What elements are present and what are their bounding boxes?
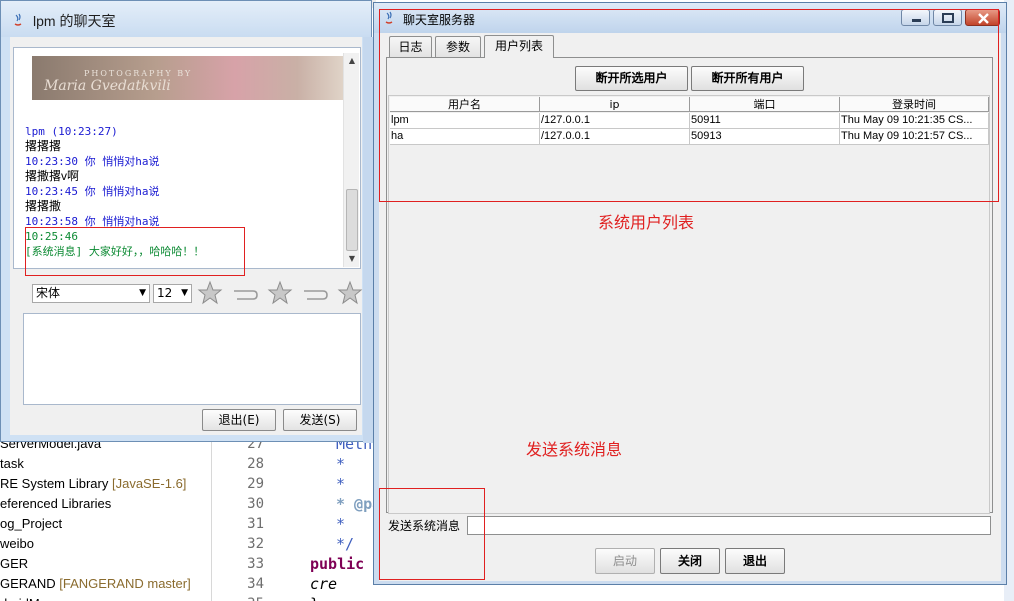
scroll-down-arrow-icon[interactable]: ▼ xyxy=(344,251,360,267)
user-list-annotation: 系统用户列表 xyxy=(598,213,695,232)
line-number: 31 xyxy=(247,516,264,532)
chat-message: 撂撂撒 xyxy=(25,199,62,213)
star-icon[interactable] xyxy=(337,280,363,306)
code-line: */ xyxy=(336,535,355,553)
chat-message: 10:23:45 你 悄悄对ha说 xyxy=(25,185,160,198)
tree-item-annotation: [JavaSE-1.6] xyxy=(111,476,187,491)
chevron-down-icon: ▼ xyxy=(139,288,146,298)
chat-message: 撂撂撂 xyxy=(25,139,62,153)
line-number: 29 xyxy=(247,476,264,492)
star-icon[interactable] xyxy=(197,280,223,306)
system-message-input[interactable] xyxy=(467,516,991,535)
tree-item-label: eferenced Libraries xyxy=(0,496,112,511)
banner-caption: PHOTOGRAPHY BY xyxy=(84,69,193,78)
package-explorer: ServerModel.java task RE System Library [J… xyxy=(0,436,212,601)
code-line: } xyxy=(310,594,319,601)
font-family-value: 宋体 xyxy=(36,286,61,300)
code-line: public xyxy=(310,555,365,573)
tree-item-annotation: [FANGERAND master] xyxy=(59,576,191,591)
code-line: * @par xyxy=(336,495,376,513)
tree-item[interactable]: RE System Library [JavaSE-1.6] xyxy=(0,474,186,494)
chevron-down-icon: ▼ xyxy=(181,288,188,298)
font-size-value: 12 xyxy=(157,286,173,300)
client-exit-button[interactable]: 退出(E) xyxy=(202,409,276,431)
tree-item-label: weibo xyxy=(0,536,34,551)
tree-item-label: GER xyxy=(0,556,29,571)
chat-message: lpm (10:23:27) xyxy=(25,125,118,138)
chat-message: 撂撒撂v啊 xyxy=(25,169,80,183)
curve-arrow-icon[interactable] xyxy=(231,283,259,305)
chat-message: 10:23:30 你 悄悄对ha说 xyxy=(25,155,160,168)
tree-item[interactable]: GER xyxy=(0,554,28,574)
code-line: * xyxy=(336,475,346,493)
font-size-select[interactable]: 12 ▼ xyxy=(153,284,192,303)
line-number: 33 xyxy=(247,556,264,572)
user-list-highlight xyxy=(379,9,999,202)
line-number: 30 xyxy=(247,496,264,512)
message-input[interactable] xyxy=(23,313,361,405)
tree-item-label: RE System Library xyxy=(0,476,112,491)
tree-item[interactable]: GERAND [FANGERAND master] xyxy=(0,574,191,594)
exit-button[interactable]: 退出 xyxy=(725,548,785,574)
scroll-up-arrow-icon[interactable]: ▲ xyxy=(344,53,360,69)
client-edge xyxy=(363,37,373,443)
code-line: cre xyxy=(310,575,338,593)
send-message-annotation: 发送系统消息 xyxy=(526,440,623,459)
font-family-select[interactable]: 宋体 ▼ xyxy=(32,284,150,303)
client-send-button[interactable]: 发送(S) xyxy=(283,409,357,431)
tree-item[interactable]: task xyxy=(0,454,24,474)
tree-item[interactable]: eferenced Libraries xyxy=(0,494,111,514)
java-icon xyxy=(14,13,22,26)
banner-signature: Maria Gvedatkvili xyxy=(44,78,171,94)
line-number-gutter: 272829303132333435 xyxy=(222,436,270,601)
tree-item-label: droidMan xyxy=(0,596,54,601)
photo-banner: PHOTOGRAPHY BY Maria Gvedatkvili xyxy=(32,56,344,100)
tab-2[interactable]: 用户列表 xyxy=(484,35,554,58)
tree-item[interactable]: droidMan xyxy=(0,594,54,601)
system-message-highlight xyxy=(25,227,245,276)
line-number: 32 xyxy=(247,536,264,552)
client-window-title: lpm 的聊天室 xyxy=(33,13,116,29)
tree-item[interactable]: weibo xyxy=(0,534,34,554)
start-button[interactable]: 启动 xyxy=(595,548,655,574)
history-scrollbar[interactable]: ▲ ▼ xyxy=(343,53,359,267)
scroll-thumb[interactable] xyxy=(346,189,358,251)
curve-arrow-icon[interactable] xyxy=(301,283,329,305)
code-line: * xyxy=(336,455,346,473)
client-titlebar[interactable]: lpm 的聊天室 xyxy=(1,1,371,37)
tree-item[interactable]: og_Project xyxy=(0,514,62,534)
tree-item-label: task xyxy=(0,456,24,471)
code-editor[interactable]: Meth*** @par**/public cre} xyxy=(276,438,376,601)
star-icon[interactable] xyxy=(267,280,293,306)
close-button[interactable]: 关闭 xyxy=(660,548,720,574)
client-chat-window: lpm 的聊天室 PHOTOGRAPHY BY Maria Gvedatkvil… xyxy=(0,0,373,443)
tree-item-label: og_Project xyxy=(0,516,63,531)
tree-item-label: GERAND xyxy=(0,576,60,591)
system-input-highlight xyxy=(379,488,485,580)
line-number: 35 xyxy=(247,594,264,601)
line-number: 34 xyxy=(247,576,264,592)
code-line: * xyxy=(336,515,346,533)
line-number: 28 xyxy=(247,456,264,472)
